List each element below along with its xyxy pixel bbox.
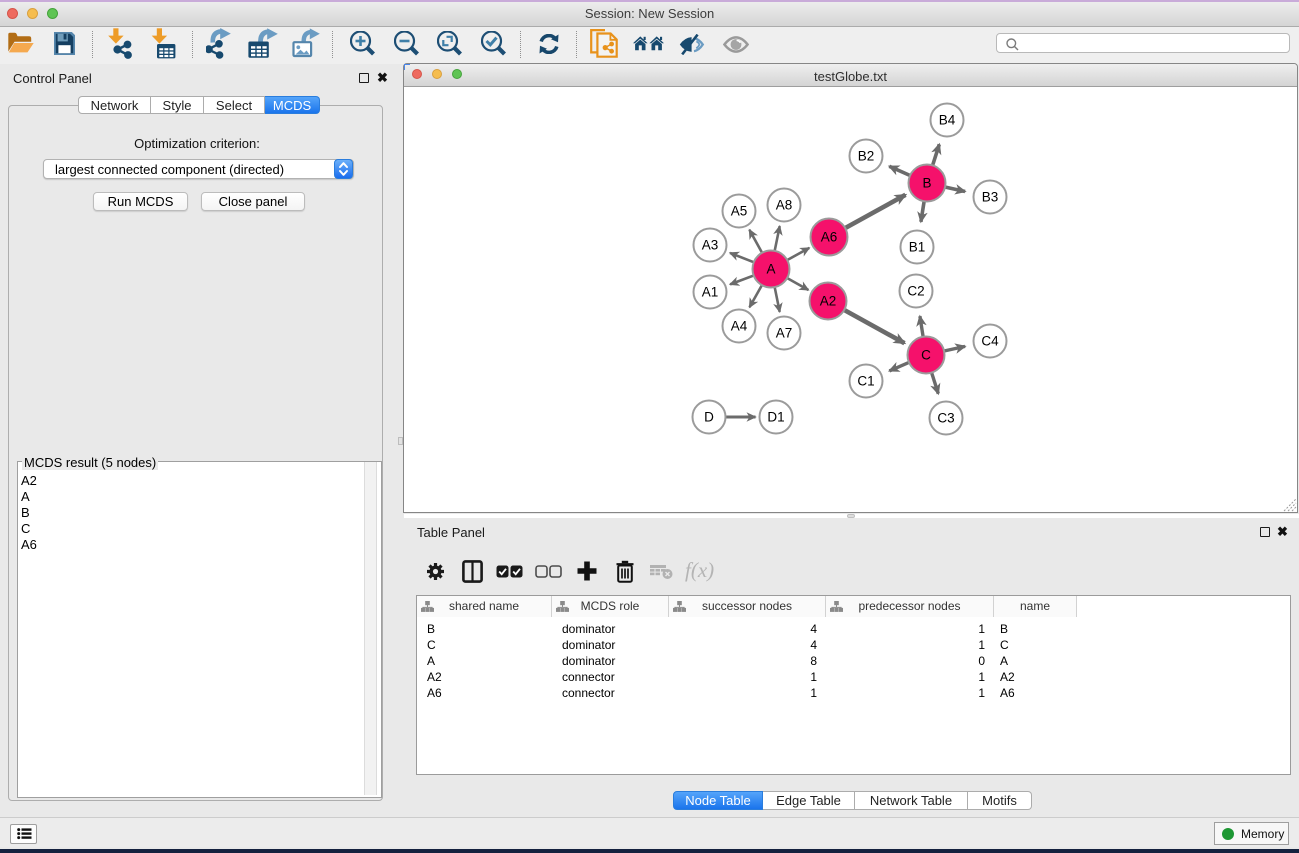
svg-text:A3: A3 [702, 238, 719, 253]
svg-text:C4: C4 [981, 334, 999, 349]
svg-text:C1: C1 [857, 374, 874, 389]
svg-text:B4: B4 [939, 113, 956, 128]
svg-text:A7: A7 [776, 326, 793, 341]
svg-text:A4: A4 [731, 319, 748, 334]
svg-text:A2: A2 [820, 294, 837, 309]
svg-text:C: C [921, 348, 931, 363]
svg-text:D1: D1 [767, 410, 784, 425]
svg-text:C2: C2 [907, 284, 924, 299]
svg-text:A1: A1 [702, 285, 719, 300]
svg-text:D: D [704, 410, 714, 425]
svg-text:C3: C3 [937, 411, 954, 426]
svg-text:A6: A6 [821, 230, 838, 245]
svg-text:A8: A8 [776, 198, 793, 213]
svg-text:B2: B2 [858, 149, 875, 164]
svg-text:A: A [766, 262, 775, 277]
svg-text:A5: A5 [731, 204, 748, 219]
svg-text:B: B [922, 176, 931, 191]
svg-text:B3: B3 [982, 190, 999, 205]
svg-text:B1: B1 [909, 240, 926, 255]
